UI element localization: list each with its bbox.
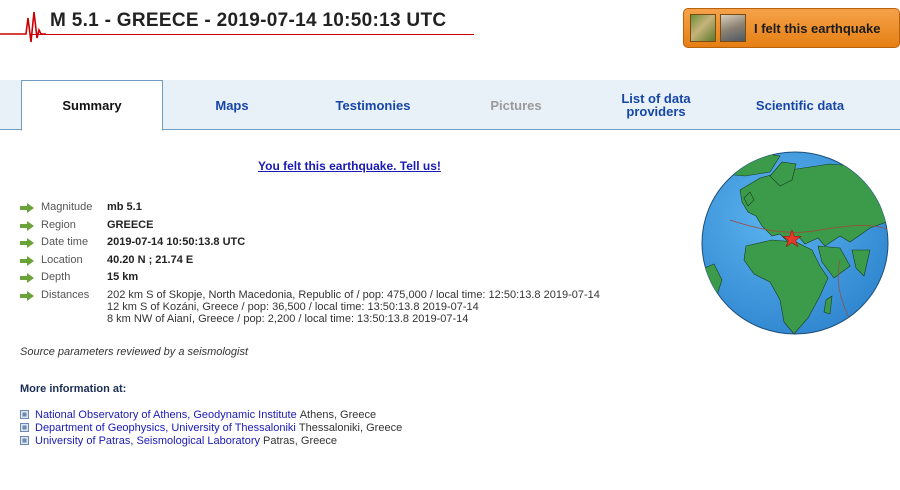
param-magnitude: Magnitude mb 5.1	[20, 201, 600, 219]
param-distances: Distances 202 km S of Skopje, North Mace…	[20, 289, 600, 329]
page-title: M 5.1 - GREECE - 2019-07-14 10:50:13 UTC	[50, 10, 447, 31]
param-datetime: Date time 2019-07-14 10:50:13.8 UTC	[20, 236, 600, 254]
distance-line: 8 km NW of Aianí, Greece / pop: 2,200 / …	[107, 312, 469, 325]
green-arrow-icon	[20, 273, 34, 283]
more-info-heading: More information at:	[20, 383, 127, 395]
seismogram-icon	[0, 11, 46, 43]
link-location: Thessaloniki, Greece	[298, 421, 403, 434]
param-label: Distances	[41, 288, 90, 301]
param-label: Location	[41, 253, 83, 266]
damage-photo-icon	[690, 14, 716, 42]
green-arrow-icon	[20, 290, 34, 301]
page-header: M 5.1 - GREECE - 2019-07-14 10:50:13 UTC…	[0, 0, 900, 60]
tab-scientific-data[interactable]: Scientific data	[724, 80, 876, 130]
link-thessaloniki[interactable]: Department of Geophysics, University of …	[35, 422, 296, 434]
distances-list: 202 km S of Skopje, North Macedonia, Rep…	[107, 289, 600, 325]
green-arrow-icon	[20, 255, 34, 266]
tab-pictures: Pictures	[445, 80, 587, 130]
tab-scientific-data-label: Scientific data	[755, 97, 845, 113]
link-patras[interactable]: University of Patras, Seismological Labo…	[35, 435, 260, 447]
tab-testimonies-label: Testimonies	[335, 97, 411, 113]
param-value: mb 5.1	[107, 201, 142, 213]
green-arrow-icon	[20, 203, 34, 213]
tab-bar: Summary Maps Testimonies Pictures List o…	[0, 80, 900, 131]
tab-data-providers[interactable]: List of data providers	[590, 80, 722, 130]
felt-button-label: I felt this earthquake	[754, 20, 881, 36]
param-value: GREECE	[107, 218, 154, 231]
param-value: 2019-07-14 10:50:13.8 UTC	[107, 236, 246, 248]
distance-line: 202 km S of Skopje, North Macedonia, Rep…	[107, 288, 600, 301]
param-depth: Depth 15 km	[20, 271, 600, 289]
list-item: Department of Geophysics, University of …	[20, 421, 402, 434]
param-location: Location 40.20 N ; 21.74 E	[20, 254, 600, 272]
param-value: 40.20 N ; 21.74 E	[107, 253, 194, 266]
review-note: Source parameters reviewed by a seismolo…	[20, 346, 249, 358]
title-underline	[30, 34, 474, 35]
param-label: Date time	[41, 236, 89, 248]
tab-summary[interactable]: Summary	[21, 80, 163, 131]
param-label: Region	[41, 218, 76, 231]
param-value: 15 km	[107, 271, 139, 283]
param-region: Region GREECE	[20, 219, 600, 237]
parameters-list: Magnitude mb 5.1 Region GREECE Date time…	[20, 201, 600, 329]
list-item: National Observatory of Athens, Geodynam…	[20, 408, 402, 421]
tab-data-providers-label: List of data providers	[621, 91, 691, 119]
square-bullet-icon	[20, 423, 29, 432]
link-noa[interactable]: National Observatory of Athens, Geodynam…	[35, 409, 297, 421]
felt-earthquake-button[interactable]: I felt this earthquake	[683, 8, 900, 48]
distance-line: 12 km S of Kozáni, Greece / pop: 36,500 …	[107, 300, 479, 313]
square-bullet-icon	[20, 436, 29, 445]
tell-us-link[interactable]: You felt this earthquake. Tell us!	[258, 159, 441, 173]
globe-map-icon[interactable]	[700, 150, 890, 336]
tab-maps[interactable]: Maps	[163, 80, 301, 130]
tab-summary-label: Summary	[62, 98, 122, 113]
green-arrow-icon	[20, 238, 34, 248]
square-bullet-icon	[20, 410, 29, 419]
green-arrow-icon	[20, 220, 34, 231]
building-photo-icon	[720, 14, 746, 42]
link-location: Patras, Greece	[262, 434, 337, 447]
param-label: Depth	[41, 271, 71, 283]
tab-testimonies[interactable]: Testimonies	[301, 80, 445, 130]
link-location: Athens, Greece	[299, 408, 377, 421]
tab-pictures-label: Pictures	[490, 97, 542, 113]
list-item: University of Patras, Seismological Labo…	[20, 434, 402, 447]
param-label: Magnitude	[41, 201, 93, 213]
tab-maps-label: Maps	[215, 97, 249, 113]
more-info-links: National Observatory of Athens, Geodynam…	[20, 408, 402, 447]
